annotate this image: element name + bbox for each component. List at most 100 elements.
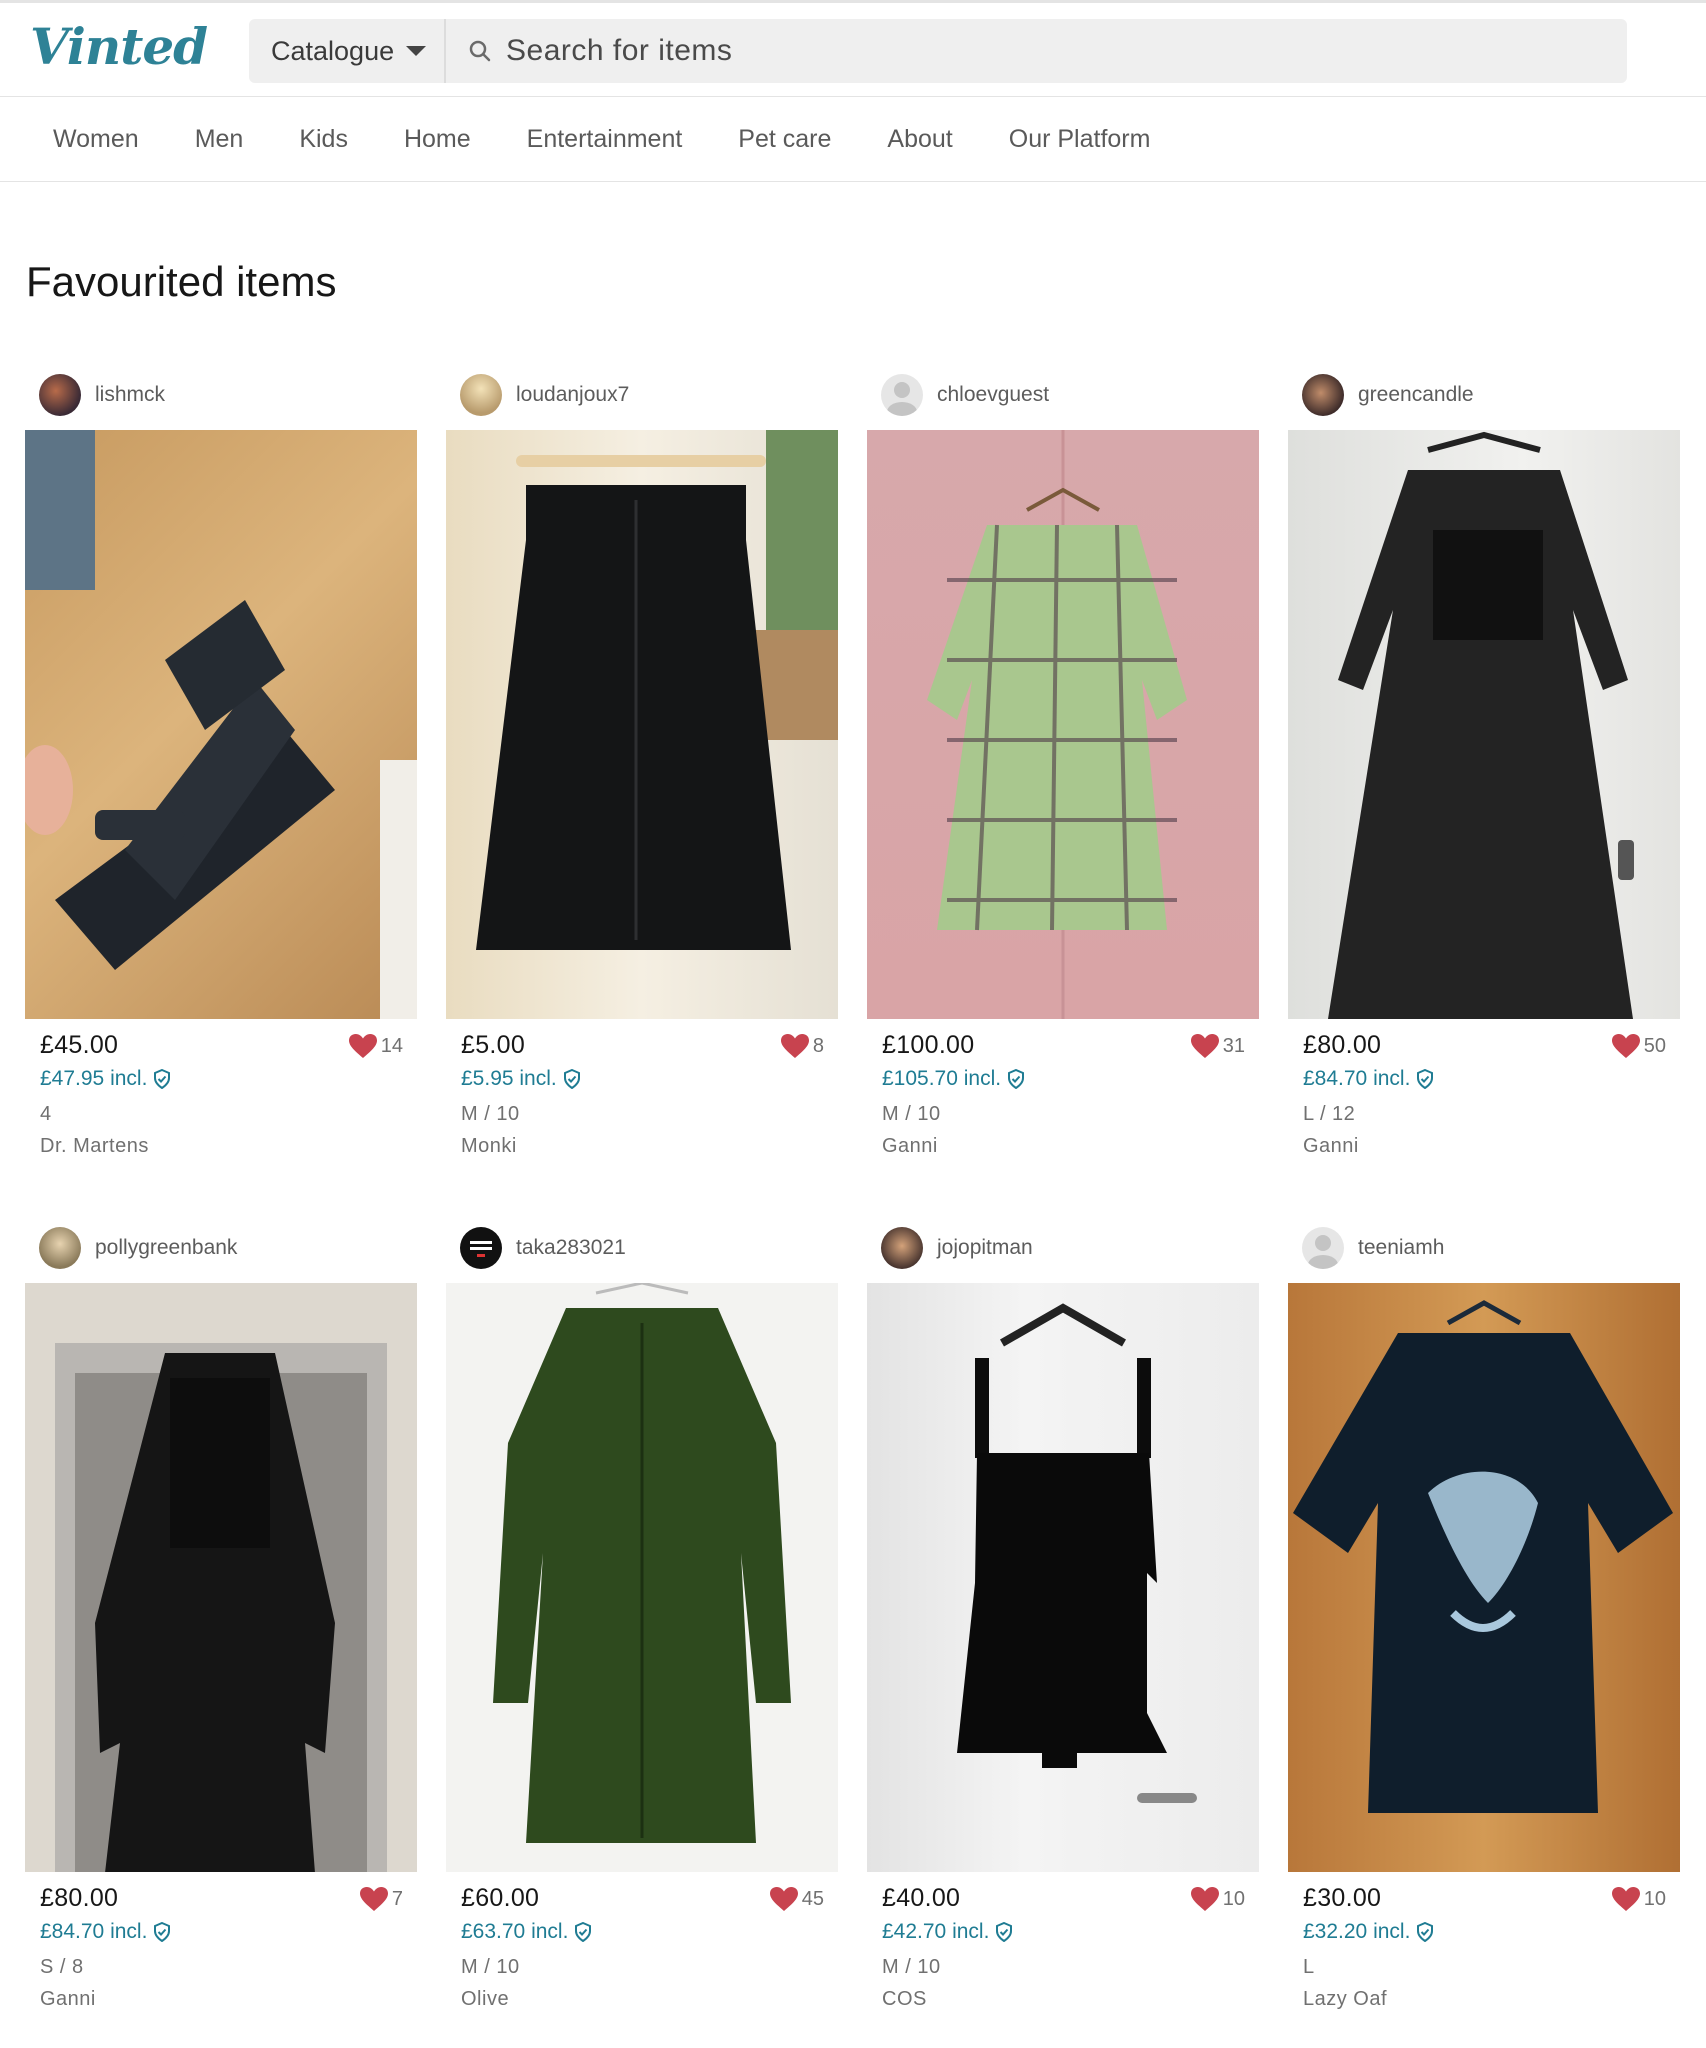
- default-avatar-icon: [887, 382, 917, 416]
- item-size: M / 10: [882, 1956, 941, 1978]
- heart-icon: [1190, 1034, 1219, 1058]
- nav-about[interactable]: About: [859, 125, 980, 154]
- item-photo[interactable]: [446, 430, 838, 1019]
- price-incl-protection[interactable]: £105.70 incl.: [882, 1067, 1244, 1091]
- shield-check-icon: [154, 1922, 171, 1942]
- item-photo[interactable]: [1288, 1283, 1680, 1872]
- price-incl-protection[interactable]: £5.95 incl.: [461, 1067, 823, 1091]
- price-incl-protection[interactable]: £84.70 incl.: [40, 1920, 402, 1944]
- black-dress-illustration: [1328, 431, 1634, 1019]
- item-photo[interactable]: [25, 430, 417, 1019]
- avatar[interactable]: [39, 374, 81, 416]
- seller-row[interactable]: greencandle: [1288, 360, 1680, 430]
- nav-pet-care[interactable]: Pet care: [710, 125, 859, 154]
- shield-check-icon: [1417, 1922, 1434, 1942]
- search-input[interactable]: Search for items: [446, 19, 1627, 83]
- price-incl-protection[interactable]: £32.20 incl.: [1303, 1920, 1665, 1944]
- nav-entertainment[interactable]: Entertainment: [499, 125, 711, 154]
- favourite-button[interactable]: 10: [1190, 1886, 1245, 1912]
- price-incl-protection[interactable]: £84.70 incl.: [1303, 1067, 1665, 1091]
- item-card[interactable]: pollygreenbank £80.00 £84.70 incl. S / 8…: [25, 1213, 417, 2011]
- item-photo[interactable]: [867, 1283, 1259, 1872]
- item-info: £45.00 £47.95 incl. 4 Dr. Martens 14: [25, 1019, 417, 1158]
- item-info: £40.00 £42.70 incl. M / 10 COS 10: [867, 1872, 1259, 2011]
- incl-price-text: £84.70 incl.: [40, 1920, 148, 1943]
- incl-price-text: £47.95 incl.: [40, 1067, 148, 1090]
- item-photo[interactable]: [867, 430, 1259, 1019]
- seller-row[interactable]: chloevguest: [867, 360, 1259, 430]
- seller-username[interactable]: jojopitman: [937, 1236, 1033, 1260]
- catalogue-dropdown[interactable]: Catalogue: [249, 19, 446, 83]
- avatar[interactable]: [1302, 374, 1344, 416]
- favourite-button[interactable]: 8: [780, 1033, 824, 1059]
- item-card[interactable]: chloevguest £100.00 £105.70 incl. M / 10…: [867, 360, 1259, 1158]
- shield-check-icon: [1417, 1069, 1434, 1089]
- item-card[interactable]: greencandle £80.00 £84.70 incl. L / 12 G…: [1288, 360, 1680, 1158]
- favourite-count: 50: [1643, 1034, 1666, 1057]
- seller-username[interactable]: loudanjoux7: [516, 383, 629, 407]
- check-dress-illustration: [927, 430, 1187, 1019]
- price-incl-protection[interactable]: £42.70 incl.: [882, 1920, 1244, 1944]
- item-size: L / 12: [1303, 1103, 1356, 1125]
- seller-row[interactable]: jojopitman: [867, 1213, 1259, 1283]
- chevron-down-icon: [406, 46, 427, 56]
- heart-icon: [348, 1034, 377, 1058]
- item-size: 4: [40, 1103, 52, 1125]
- heart-icon: [359, 1887, 388, 1911]
- seller-row[interactable]: loudanjoux7: [446, 360, 838, 430]
- item-card[interactable]: teeniamh £30.00 £32.20 incl. L Lazy Oaf …: [1288, 1213, 1680, 2011]
- seller-username[interactable]: taka283021: [516, 1236, 626, 1260]
- item-card[interactable]: taka283021 £60.00 £63.70 incl. M / 10 Ol…: [446, 1213, 838, 2011]
- item-card[interactable]: loudanjoux7 £5.00 £5.95 incl. M / 10 Mon…: [446, 360, 838, 1158]
- item-photo[interactable]: [446, 1283, 838, 1872]
- avatar[interactable]: [881, 374, 923, 416]
- favourite-button[interactable]: 31: [1190, 1033, 1245, 1059]
- incl-price-text: £63.70 incl.: [461, 1920, 569, 1943]
- favourite-button[interactable]: 50: [1611, 1033, 1666, 1059]
- seller-username[interactable]: greencandle: [1358, 383, 1474, 407]
- item-card[interactable]: jojopitman £40.00 £42.70 incl. M / 10 CO…: [867, 1213, 1259, 2011]
- price-incl-protection[interactable]: £47.95 incl.: [40, 1067, 402, 1091]
- nav-women[interactable]: Women: [25, 125, 167, 154]
- favourite-count: 45: [801, 1887, 824, 1910]
- seller-username[interactable]: pollygreenbank: [95, 1236, 237, 1260]
- seller-row[interactable]: taka283021: [446, 1213, 838, 1283]
- avatar[interactable]: [1302, 1227, 1344, 1269]
- favourite-button[interactable]: 14: [348, 1033, 403, 1059]
- item-photo[interactable]: [1288, 430, 1680, 1019]
- seller-username[interactable]: teeniamh: [1358, 1236, 1444, 1260]
- shield-check-icon: [575, 1922, 592, 1942]
- item-size: M / 10: [461, 1956, 520, 1978]
- nav-kids[interactable]: Kids: [271, 125, 376, 154]
- stop-wars-logo-icon: [468, 1237, 494, 1259]
- smocked-dress-illustration: [25, 1283, 417, 1872]
- favourite-button[interactable]: 10: [1611, 1886, 1666, 1912]
- seller-row[interactable]: lishmck: [25, 360, 417, 430]
- item-info: £30.00 £32.20 incl. L Lazy Oaf 10: [1288, 1872, 1680, 2011]
- avatar[interactable]: [39, 1227, 81, 1269]
- default-avatar-icon: [1308, 1235, 1338, 1269]
- nav-men[interactable]: Men: [167, 125, 272, 154]
- heart-icon: [780, 1034, 809, 1058]
- avatar[interactable]: [881, 1227, 923, 1269]
- seller-username[interactable]: lishmck: [95, 383, 165, 407]
- incl-price-text: £42.70 incl.: [882, 1920, 990, 1943]
- heart-icon: [1611, 1034, 1640, 1058]
- price-incl-protection[interactable]: £63.70 incl.: [461, 1920, 823, 1944]
- avatar[interactable]: [460, 1227, 502, 1269]
- nav-home[interactable]: Home: [376, 125, 499, 154]
- favourite-button[interactable]: 45: [769, 1886, 824, 1912]
- seller-username[interactable]: chloevguest: [937, 383, 1049, 407]
- seller-row[interactable]: teeniamh: [1288, 1213, 1680, 1283]
- item-photo[interactable]: [25, 1283, 417, 1872]
- incl-price-text: £84.70 incl.: [1303, 1067, 1411, 1090]
- seller-row[interactable]: pollygreenbank: [25, 1213, 417, 1283]
- nav-our-platform[interactable]: Our Platform: [981, 125, 1179, 154]
- favourite-button[interactable]: 7: [359, 1886, 403, 1912]
- skirt-illustration: [476, 430, 838, 950]
- shield-check-icon: [996, 1922, 1013, 1942]
- item-card[interactable]: lishmck £45.00 £47.95 incl. 4 Dr. Marten…: [25, 360, 417, 1158]
- avatar[interactable]: [460, 374, 502, 416]
- favourite-count: 31: [1222, 1034, 1245, 1057]
- vinted-logo[interactable]: Vinted: [30, 17, 208, 76]
